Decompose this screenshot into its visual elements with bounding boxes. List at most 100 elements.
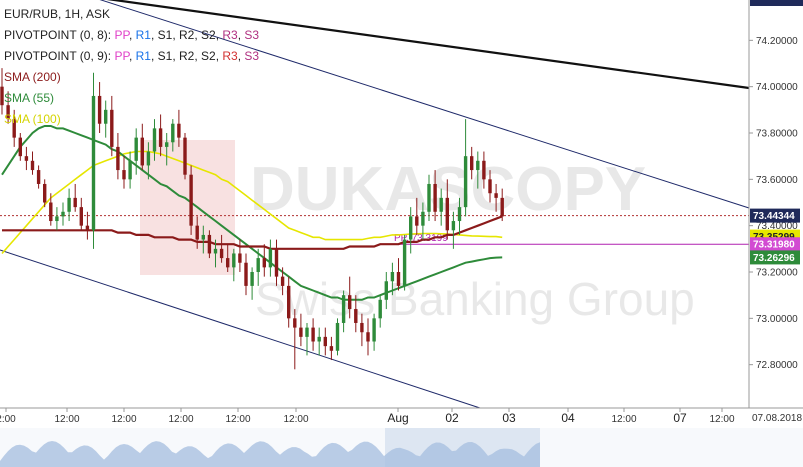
candle-up — [61, 211, 65, 217]
legend-token: R2 — [178, 28, 195, 42]
legend-prefix: PIVOTPOINT (0, 9): — [4, 49, 115, 63]
legend-token: , — [194, 28, 201, 42]
candle-up — [317, 336, 321, 342]
top-price-tag — [750, 0, 803, 6]
candle-up — [213, 248, 218, 254]
candle-down — [73, 197, 77, 208]
candle-up — [457, 207, 462, 222]
candle-down — [433, 183, 437, 212]
time-tick-label: 12:00 — [168, 414, 193, 425]
candle-up — [402, 239, 407, 286]
legend-token: , — [172, 28, 179, 42]
candle-down — [49, 202, 53, 222]
legend-sma-100[interactable]: SMA (100) — [4, 109, 259, 130]
candle-up — [384, 281, 388, 300]
price-tick-label: 72.80000 — [756, 360, 798, 371]
candle-down — [299, 327, 303, 337]
candle-down — [360, 322, 364, 333]
legend-sma-55[interactable]: SMA (55) — [4, 88, 259, 109]
legend-token: PP — [114, 49, 129, 63]
candle-up — [268, 248, 273, 268]
time-tick-label: 03 — [502, 411, 516, 425]
candle-down — [36, 170, 41, 184]
candle-down — [30, 160, 35, 171]
legend-pivot-9[interactable]: PIVOTPOINT (0, 9): PP, R1, S1, R2, S2, R… — [4, 46, 259, 67]
price-tick-label: 73.80000 — [756, 129, 798, 140]
legend-sma-200[interactable]: SMA (200) — [4, 67, 259, 88]
legend-token: S2 — [201, 49, 216, 63]
candle-down — [158, 128, 163, 147]
legend-token: S1 — [157, 49, 173, 63]
candle-up — [146, 151, 151, 166]
candle-down — [329, 346, 334, 351]
legend-token: R3 — [222, 49, 238, 63]
candle-down — [488, 179, 492, 194]
candle-down — [18, 137, 22, 157]
legend-token: S3 — [244, 49, 260, 63]
legend-token: , — [194, 49, 201, 63]
candle-down — [500, 197, 504, 217]
candle-down — [262, 258, 266, 268]
price-tick-label: 74.20000 — [756, 36, 798, 47]
candle-up — [250, 272, 254, 286]
time-axis: 2:00 12:00 12:00 12:00 12:00 12:00 Aug 02 03 04 12… — [0, 408, 735, 425]
legend-token: , — [128, 28, 136, 42]
legend-token: , — [150, 28, 158, 42]
candle-down — [189, 174, 193, 226]
candle-down — [415, 216, 419, 226]
price-tick-label: 73.60000 — [756, 175, 798, 186]
candle-down — [219, 248, 224, 259]
legend-token: S1 — [157, 28, 173, 42]
candle-up — [55, 216, 59, 222]
candle-down — [183, 137, 187, 175]
legend-prefix: PIVOTPOINT (0, 8): — [4, 28, 115, 42]
time-tick-label: 12:00 — [283, 414, 308, 425]
candle-down — [122, 170, 126, 180]
watermark-subtext: Swiss Banking Group — [255, 273, 695, 325]
time-tick-label: 02 — [445, 411, 459, 425]
candle-down — [195, 225, 199, 240]
price-tick-label: 73.20000 — [756, 268, 798, 279]
price-tag-label: 73.44344 — [753, 211, 795, 222]
candle-up — [451, 221, 456, 231]
candle-down — [445, 197, 449, 231]
candle-down — [207, 234, 212, 254]
candle-up — [335, 322, 340, 351]
candle-up — [152, 128, 157, 152]
time-tick-label: 12:00 — [611, 414, 636, 425]
price-axis: 72.8000073.0000073.2000073.4000073.60000… — [749, 36, 798, 371]
candle-down — [43, 183, 47, 203]
navigator-strip[interactable] — [0, 428, 803, 467]
candle-down — [238, 253, 242, 263]
candle-down — [348, 295, 352, 310]
price-tick-label: 73.00000 — [756, 314, 798, 325]
candle-up — [134, 137, 138, 161]
legend-title: EUR/RUB, 1H, ASK — [4, 7, 111, 21]
candle-down — [482, 160, 486, 180]
candle-up — [439, 197, 443, 212]
candle-up — [463, 156, 468, 208]
price-tag-label: 73.31980 — [753, 240, 795, 251]
candle-up — [256, 258, 260, 272]
legend-pivot-8[interactable]: PIVOTPOINT (0, 8): PP, R1, S1, R2, S2, R… — [4, 25, 259, 46]
candle-down — [244, 262, 248, 286]
candle-up — [427, 183, 431, 212]
candle-down — [366, 332, 370, 342]
legend-token: PP — [114, 28, 129, 42]
candle-up — [128, 160, 132, 180]
candle-down — [116, 146, 120, 171]
candle-down — [226, 258, 230, 268]
candle-down — [396, 272, 401, 286]
candle-down — [470, 156, 474, 171]
legend-token: S3 — [244, 28, 260, 42]
candle-up — [165, 142, 169, 147]
candle-up — [378, 299, 382, 319]
time-tick-label: Aug — [387, 411, 408, 425]
candle-down — [287, 285, 291, 319]
chart-legend: EUR/RUB, 1H, ASK PIVOTPOINT (0, 8): PP, … — [4, 4, 259, 130]
candle-up — [232, 253, 236, 268]
candle-up — [305, 327, 309, 337]
candle-up — [390, 272, 395, 282]
candle-up — [372, 318, 376, 342]
candle-up — [201, 234, 205, 240]
